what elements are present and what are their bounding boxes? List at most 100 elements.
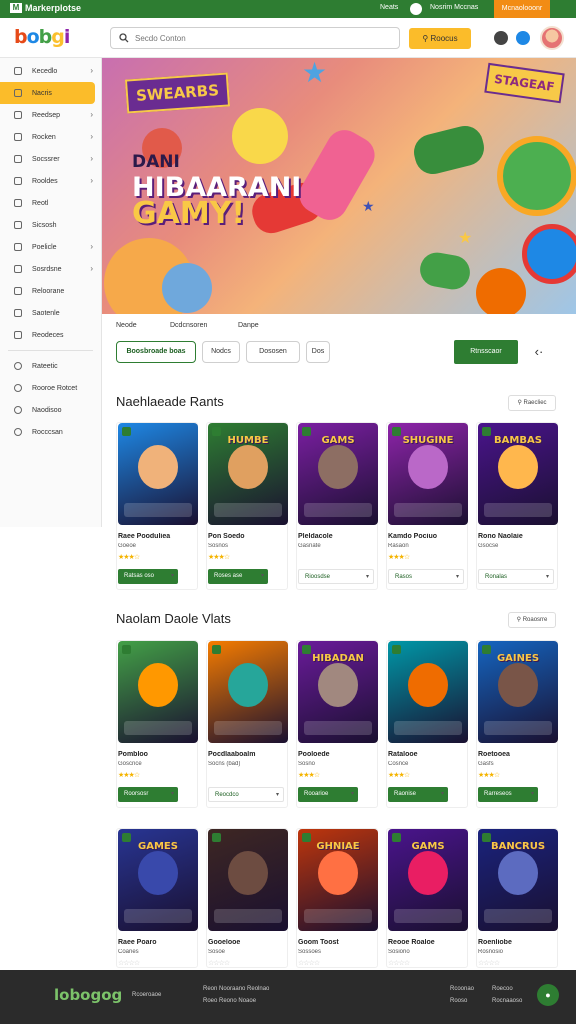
footer-link[interactable]: Rcoonao — [450, 986, 474, 992]
game-card[interactable]: BAMBAS Rono Naolaie Gsocse Ronalas ▾ — [476, 422, 558, 590]
sidebar-item[interactable]: Rateetic — [0, 355, 101, 377]
game-cover-image[interactable]: BANCRUS — [478, 829, 558, 931]
game-cover-image[interactable]: GAINES — [478, 641, 558, 743]
game-title[interactable]: Pooloede — [298, 751, 378, 758]
hero-banner[interactable]: ★ ★ ★ SWEARBS STAGEAF DANI HIBAARANI GAM… — [102, 58, 576, 314]
sidebar-item[interactable]: Sosrdsne › — [0, 258, 101, 280]
footer-link[interactable]: Reon Nooraano Reolnao — [203, 986, 269, 992]
get-game-button[interactable]: Rarreseos ▾ — [478, 787, 538, 802]
site-logo[interactable]: bobgi — [14, 26, 70, 48]
avatar[interactable] — [540, 26, 564, 50]
footer-link[interactable]: Roeo Reono Noaoe — [203, 998, 256, 1004]
game-cover-image[interactable] — [118, 641, 198, 743]
search-button[interactable]: ⚲ Roocus — [409, 28, 471, 49]
get-game-button[interactable]: Roses ase ▾ — [208, 569, 268, 584]
game-title[interactable]: Roenliobe — [478, 939, 558, 946]
see-all-button[interactable]: ⚲ Raecliec — [508, 395, 556, 411]
game-card[interactable]: GHNIAE Goom Toost Sossoes ☆☆☆☆ — [296, 828, 378, 968]
sidebar-item[interactable]: Sicsosh — [0, 214, 101, 236]
sidebar-item[interactable]: Reotl — [0, 192, 101, 214]
topbar-cta-button[interactable]: Mcnaolooonr — [494, 0, 550, 18]
game-cover-image[interactable]: BAMBAS — [478, 423, 558, 525]
get-game-button[interactable]: Raonise ▾ — [388, 787, 448, 802]
game-cover-image[interactable] — [388, 641, 468, 743]
get-game-button[interactable]: Ronalas ▾ — [478, 569, 554, 584]
get-game-button[interactable]: Roorsosr ▾ — [118, 787, 178, 802]
get-game-button[interactable]: Rooarioe ▾ — [298, 787, 358, 802]
game-title[interactable]: Raee Poaro — [118, 939, 198, 946]
footer-link[interactable]: Rooso — [450, 998, 467, 1004]
sidebar-item[interactable]: Reodeces — [0, 324, 101, 346]
get-game-button[interactable]: Ratsas oso ▾ — [118, 569, 178, 584]
game-title[interactable]: Kamdo Pociuo — [388, 533, 468, 540]
github-icon[interactable] — [494, 31, 508, 45]
tab-item[interactable]: Neode — [116, 322, 137, 329]
get-game-button[interactable]: Reocdco ▾ — [208, 787, 284, 802]
footer-link[interactable]: Roecoo — [492, 986, 513, 992]
game-title[interactable]: Goom Toost — [298, 939, 378, 946]
game-cover-image[interactable]: GAMES — [118, 829, 198, 931]
game-title[interactable]: Ratalooe — [388, 751, 468, 758]
see-all-button[interactable]: ⚲ Roaosrre — [508, 612, 556, 628]
filter-chip[interactable]: Nodcs — [202, 341, 240, 363]
game-card[interactable]: BANCRUS Roenliobe Rosnosio ☆☆☆☆ — [476, 828, 558, 968]
game-title[interactable]: Pleldacole — [298, 533, 378, 540]
game-title[interactable]: Rono Naolaie — [478, 533, 558, 540]
game-card[interactable]: GAINES Roetooea Gasfs ★★★☆ Rarreseos ▾ — [476, 640, 558, 808]
sidebar-item[interactable]: Kecedlo › — [0, 60, 101, 82]
game-card[interactable]: GAMS Pleldacole Gasnate Rioosdse ▾ — [296, 422, 378, 590]
game-title[interactable]: Roetooea — [478, 751, 558, 758]
sidebar-item[interactable]: Naodisoo — [0, 399, 101, 421]
sidebar-item[interactable]: Reloorane — [0, 280, 101, 302]
chat-icon[interactable]: ● — [537, 984, 559, 1006]
filter-chip[interactable]: Boosbroade boas — [116, 341, 196, 363]
game-card[interactable]: GAMS Reooe Roaloe Sosiorio ☆☆☆☆ — [386, 828, 468, 968]
game-card[interactable]: GAMES Raee Poaro Coanes ☆☆☆☆ — [116, 828, 198, 968]
sidebar-item[interactable]: Nacris — [0, 82, 95, 104]
game-card[interactable]: Ratalooe Cosnce ★★★☆ Raonise ▾ — [386, 640, 468, 808]
game-cover-image[interactable]: HIBADAN — [298, 641, 378, 743]
game-card[interactable]: HIBADAN Pooloede Sosno ★★★☆ Rooarioe ▾ — [296, 640, 378, 808]
footer-link[interactable]: Rocnaaoso — [492, 998, 522, 1004]
tab-item[interactable]: Dcdcnsoren — [170, 322, 207, 329]
sidebar-item[interactable]: Socssrer › — [0, 148, 101, 170]
game-cover-image[interactable]: GHNIAE — [298, 829, 378, 931]
game-cover-image[interactable]: SHUGINE — [388, 423, 468, 525]
sidebar-item[interactable]: Rocccsan — [0, 421, 101, 443]
get-game-button[interactable]: Rasos ▾ — [388, 569, 464, 584]
game-title[interactable]: Raee Pooduliea — [118, 533, 198, 540]
game-title[interactable]: Pocdlaaboalm — [208, 751, 288, 758]
search-box[interactable] — [110, 27, 400, 49]
game-title[interactable]: Gooelooe — [208, 939, 288, 946]
tab-item[interactable]: Danpe — [238, 322, 259, 329]
settings-icon[interactable] — [516, 31, 530, 45]
sidebar-item[interactable]: Rocken › — [0, 126, 101, 148]
game-cover-image[interactable]: HUMBE — [208, 423, 288, 525]
game-cover-image[interactable] — [208, 641, 288, 743]
game-card[interactable]: Pombloo Goscnce ★★★☆ Roorsosr ▾ — [116, 640, 198, 808]
sidebar-item[interactable]: Rooroe Rotcet — [0, 377, 101, 399]
footer-logo[interactable]: lobogog — [54, 986, 122, 1004]
game-card[interactable]: Gooelooe Sosoe ☆☆☆☆ — [206, 828, 288, 968]
notification-icon[interactable] — [410, 3, 422, 15]
game-cover-image[interactable]: GAMS — [298, 423, 378, 525]
filter-chip[interactable]: Dos — [306, 341, 330, 363]
sidebar-item[interactable]: Rooldes › — [0, 170, 101, 192]
game-card[interactable]: HUMBE Pon Soedo Sosnos ★★★☆ Roses ase ▾ — [206, 422, 288, 590]
game-card[interactable]: Pocdlaaboalm Socns (bad) Reocdco ▾ — [206, 640, 288, 808]
topbar-link[interactable]: Neats — [380, 4, 398, 11]
game-cover-image[interactable] — [118, 423, 198, 525]
filter-chip[interactable]: Dososen — [246, 341, 300, 363]
brand[interactable]: M Markerplotse — [10, 3, 81, 13]
topbar-link[interactable]: Nosrim Mccnas — [430, 4, 478, 11]
sidebar-item[interactable]: Poelicle › — [0, 236, 101, 258]
game-cover-image[interactable]: GAMS — [388, 829, 468, 931]
share-icon[interactable]: ‹· — [522, 340, 556, 364]
game-card[interactable]: SHUGINE Kamdo Pociuo Rasaon ★★★☆ Rasos ▾ — [386, 422, 468, 590]
game-title[interactable]: Reooe Roaloe — [388, 939, 468, 946]
game-card[interactable]: Raee Pooduliea Goeoe ★★★☆ Ratsas oso ▾ — [116, 422, 198, 590]
get-game-button[interactable]: Rioosdse ▾ — [298, 569, 374, 584]
game-title[interactable]: Pon Soedo — [208, 533, 288, 540]
sidebar-item[interactable]: Reedsep › — [0, 104, 101, 126]
primary-action-button[interactable]: Rtnsscaor — [454, 340, 518, 364]
